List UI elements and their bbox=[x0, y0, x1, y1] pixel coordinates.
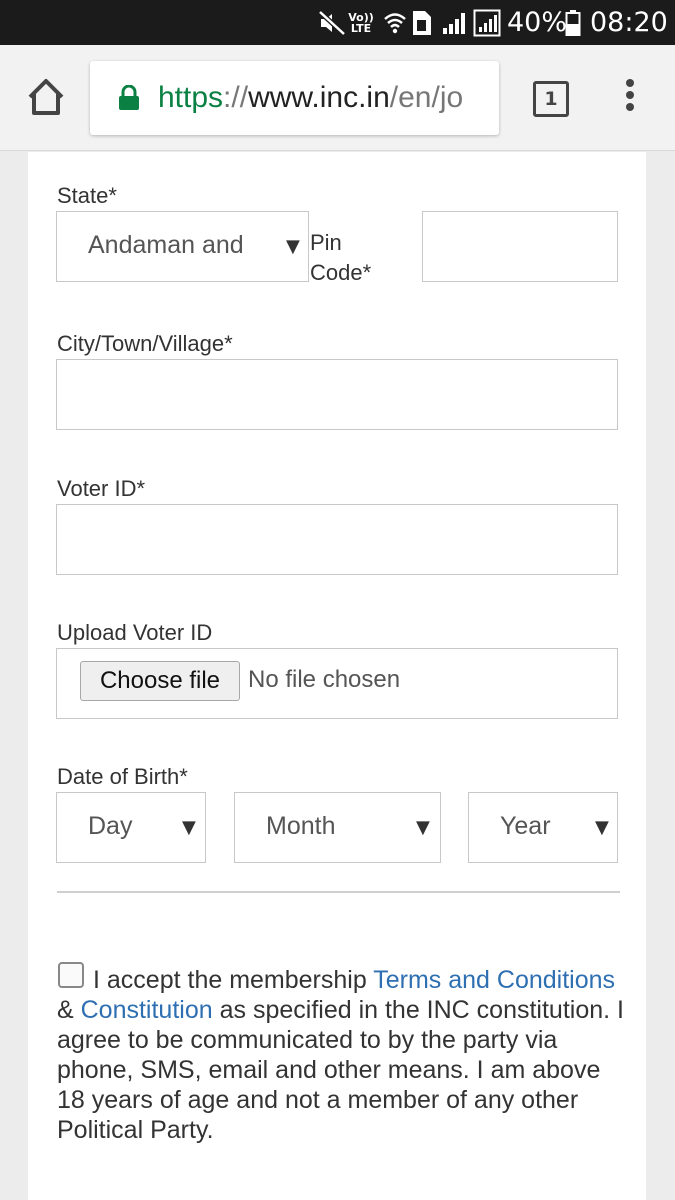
url-scheme: https bbox=[158, 81, 224, 114]
state-select[interactable]: Andaman and ▼ bbox=[56, 211, 309, 282]
chevron-down-icon: ▼ bbox=[595, 817, 609, 838]
chevron-down-icon: ▼ bbox=[416, 817, 430, 838]
address-bar[interactable]: https://www.inc.in/en/jo bbox=[90, 61, 499, 135]
state-selected-value: Andaman and bbox=[88, 231, 244, 259]
city-input[interactable] bbox=[56, 359, 618, 430]
sim-icon bbox=[411, 0, 433, 45]
url-text: https://www.inc.in/en/jo bbox=[158, 79, 463, 117]
chevron-down-icon: ▼ bbox=[286, 236, 300, 257]
dob-year-value: Year bbox=[500, 812, 551, 840]
constitution-link[interactable]: Constitution bbox=[81, 996, 213, 1024]
volte-label: Vo)) LTE bbox=[348, 10, 374, 35]
dob-day-value: Day bbox=[88, 812, 133, 840]
dob-label: Date of Birth* bbox=[57, 764, 188, 789]
home-icon bbox=[28, 79, 64, 115]
volte-icon: Vo)) LTE bbox=[348, 0, 374, 45]
pin-code-label-line2: Code* bbox=[310, 260, 372, 285]
url-separator: :// bbox=[223, 81, 249, 114]
pin-code-label-line1: Pin bbox=[310, 230, 342, 255]
wifi-icon bbox=[383, 0, 407, 45]
terms-part2: & bbox=[57, 996, 81, 1024]
overflow-menu-icon[interactable] bbox=[620, 79, 640, 119]
status-bar: Vo)) LTE 40% 08:20 bbox=[0, 0, 675, 45]
tab-switcher-button[interactable]: 1 bbox=[533, 81, 569, 117]
battery-percent: 40% bbox=[507, 7, 568, 38]
choose-file-button[interactable]: Choose file bbox=[80, 661, 240, 701]
section-divider bbox=[57, 891, 620, 893]
pin-code-label: Pin Code* bbox=[310, 228, 371, 288]
city-label: City/Town/Village* bbox=[57, 331, 233, 356]
dob-day-select[interactable]: Day ▼ bbox=[56, 792, 206, 863]
voter-id-input[interactable] bbox=[56, 504, 618, 575]
home-button[interactable] bbox=[22, 73, 70, 121]
terms-and-conditions-link[interactable]: Terms and Conditions bbox=[373, 966, 615, 994]
terms-part1: I accept the membership bbox=[93, 966, 374, 994]
battery-icon bbox=[565, 0, 581, 45]
file-status-text: No file chosen bbox=[248, 666, 401, 693]
terms-text: I accept the membership Terms and Condit… bbox=[57, 965, 627, 1145]
browser-toolbar: https://www.inc.in/en/jo 1 bbox=[0, 45, 675, 151]
mute-icon bbox=[318, 0, 346, 45]
dob-month-value: Month bbox=[266, 812, 336, 840]
pin-code-input[interactable] bbox=[422, 211, 618, 282]
dob-year-select[interactable]: Year ▼ bbox=[468, 792, 618, 863]
url-path: /en/jo bbox=[389, 81, 464, 114]
lock-icon bbox=[119, 85, 139, 110]
clock-time: 08:20 bbox=[590, 7, 668, 38]
url-host: www.inc.in bbox=[248, 81, 390, 114]
voter-id-label: Voter ID* bbox=[57, 476, 146, 501]
chevron-down-icon: ▼ bbox=[182, 817, 196, 838]
state-label: State* bbox=[57, 183, 117, 208]
signal-icon bbox=[441, 0, 467, 45]
signal-boxed-icon bbox=[473, 0, 501, 45]
dob-month-select[interactable]: Month ▼ bbox=[234, 792, 441, 863]
upload-voter-id-label: Upload Voter ID bbox=[57, 620, 213, 645]
